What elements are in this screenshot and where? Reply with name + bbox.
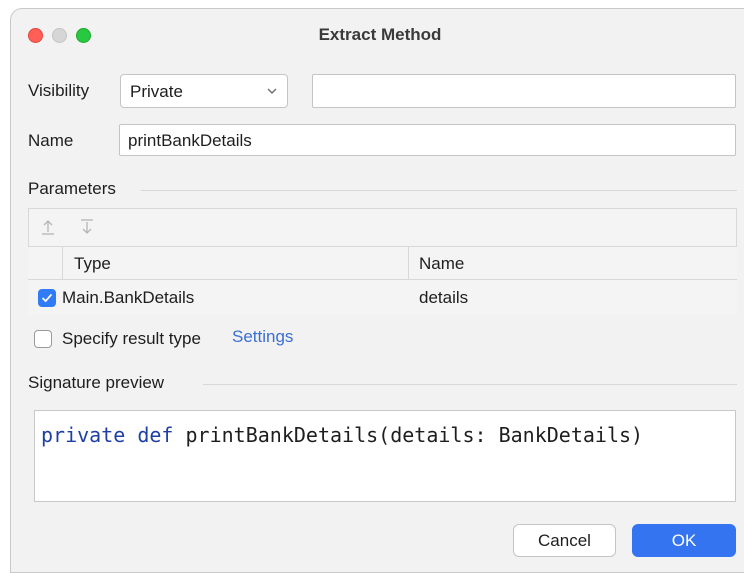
extract-method-dialog: Extract Method Visibility Private Name p… [10,8,744,573]
parameters-table-header: Type Name [28,246,737,280]
checkmark-icon [41,293,53,303]
dialog-title: Extract Method [318,25,442,44]
signature-separator [203,384,737,385]
signature-keyword-def: def [137,423,174,447]
parameters-separator [141,190,737,191]
settings-link[interactable]: Settings [232,327,293,347]
column-divider [62,247,63,280]
specify-result-type-checkbox[interactable] [34,330,52,348]
column-divider [408,247,409,280]
specify-result-type-label[interactable]: Specify result type [62,329,201,349]
ok-button[interactable]: OK [632,524,736,557]
parameter-type: Main.BankDetails [62,288,195,307]
column-header-type[interactable]: Type [74,254,111,274]
table-row[interactable]: Main.BankDetails details [28,280,737,315]
method-name-input[interactable]: printBankDetails [119,124,736,156]
arrow-up-icon[interactable] [40,218,56,236]
signature-preview-section-title: Signature preview [28,373,165,392]
visibility-select[interactable]: Private [120,74,288,108]
signature-rest: printBankDetails(details: BankDetails) [185,423,644,447]
signature-keyword-private: private [41,423,126,447]
visibility-selected-value: Private [130,82,183,101]
column-header-name[interactable]: Name [419,254,464,274]
title-bar: Extract Method [11,9,744,63]
parameter-include-checkbox[interactable] [38,289,56,307]
signature-preview-code: private def printBankDetails(details: Ba… [41,423,643,447]
method-name-value: printBankDetails [128,131,252,150]
name-label: Name [28,131,74,150]
chevron-down-icon [267,88,277,94]
arrow-down-icon[interactable] [79,218,95,236]
visibility-extra-field[interactable] [312,74,736,108]
cancel-button[interactable]: Cancel [513,524,616,557]
signature-preview: private def printBankDetails(details: Ba… [34,410,736,502]
parameters-section-title: Parameters [28,179,116,198]
parameter-name[interactable]: details [419,288,468,308]
visibility-label: Visibility [28,81,90,100]
